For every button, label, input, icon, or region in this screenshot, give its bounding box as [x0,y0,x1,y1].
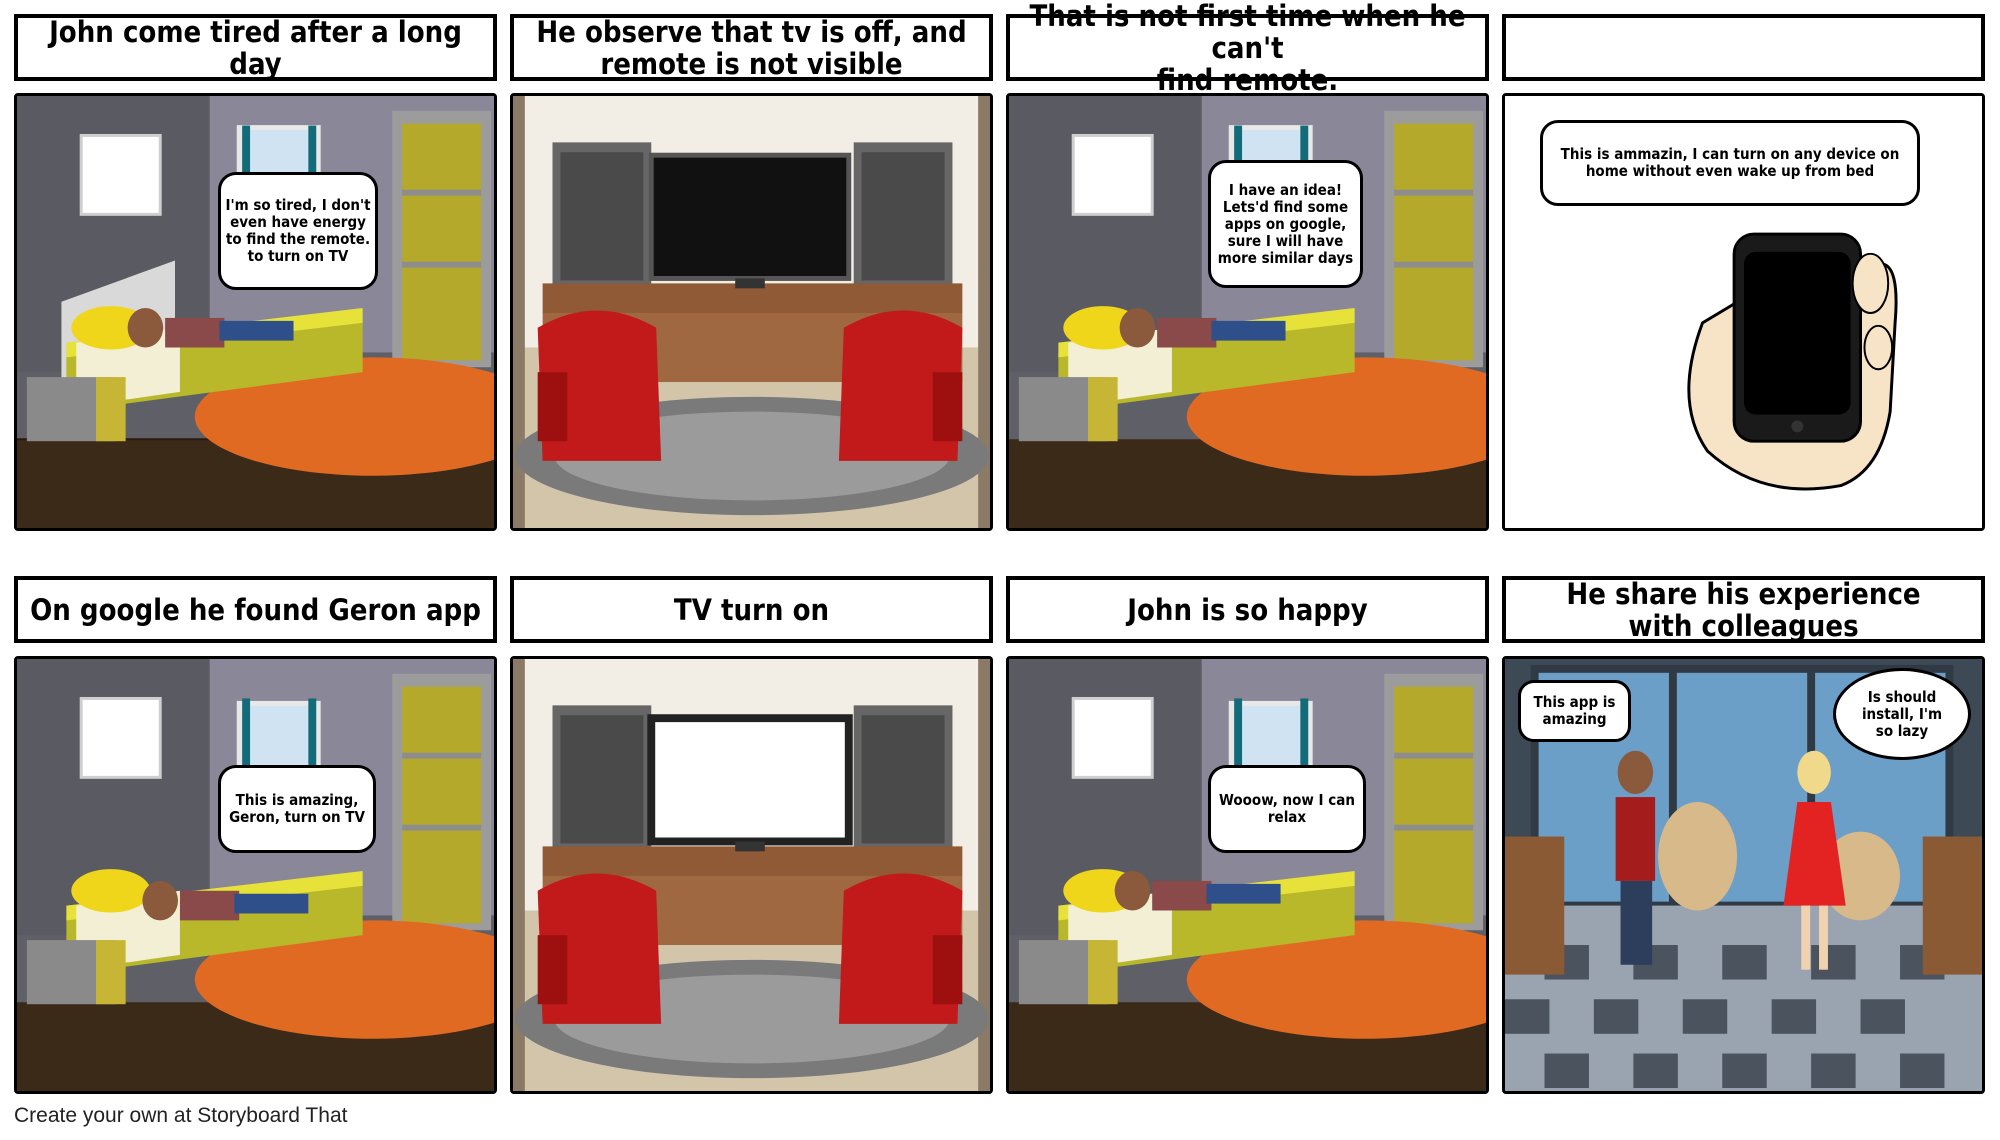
panel-3-bedroom-scene [1006,93,1489,531]
panel-1-bedroom-scene [14,93,497,531]
panel-1-title: John come tired after a long day [14,14,497,81]
panel-5-bedroom-scene [14,656,497,1094]
panel-7-bedroom-scene [1006,656,1489,1094]
panel-3-speech-bubble: I have an idea! Lets'd find some apps on… [1208,160,1363,288]
footer-credit: Create your own at Storyboard That [14,1104,348,1127]
panel-1-speech-bubble: I'm so tired, I don't even have energy t… [218,172,378,290]
panel-2-living-room-scene [510,93,993,531]
panel-5-title: On google he found Geron app [14,576,497,643]
panel-8-left-speech-bubble: This app is amazing [1518,680,1631,742]
panel-2-title: He observe that tv is off, and remote is… [510,14,993,81]
panel-7-speech-bubble: Wooow, now I can relax [1208,765,1366,853]
panel-3-title: That is not first time when he can't fin… [1006,0,1489,96]
panel-6-title: TV turn on [510,576,993,643]
panel-6-living-room-scene [510,656,993,1094]
panel-7-title: John is so happy [1006,576,1489,643]
panel-8-right-speech-bubble: Is should install, I'm so lazy [1833,668,1971,760]
panel-5-speech-bubble: This is amazing, Geron, turn on TV [218,765,376,853]
panel-4-title [1502,14,1985,81]
panel-4-speech-bubble: This is ammazin, I can turn on any devic… [1540,120,1920,206]
panel-8-title: He share his experience with colleagues [1502,576,1985,643]
